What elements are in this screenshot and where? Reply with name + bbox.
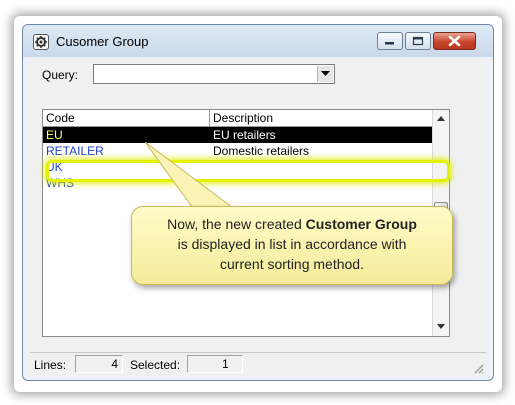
title-bar[interactable]: Cusomer Group: [23, 25, 493, 57]
selected-count: 1: [187, 355, 243, 373]
callout-pointer: [145, 142, 235, 209]
maximize-button[interactable]: [405, 32, 431, 50]
maximize-icon: [412, 36, 424, 46]
dropdown-button[interactable]: [317, 66, 333, 82]
customer-group-window: Cusomer Group Query: Code Description EU…: [22, 24, 494, 381]
query-label: Query:: [42, 68, 79, 82]
close-icon: [448, 35, 461, 47]
lines-count: 4: [75, 355, 123, 373]
tutorial-callout: Now, the new created Customer Group is d…: [131, 206, 453, 285]
row-description: EU retailers: [213, 128, 276, 142]
table-row[interactable]: UK: [43, 159, 433, 175]
scroll-up-icon[interactable]: [437, 116, 445, 121]
callout-bold-text: Customer Group: [305, 216, 417, 232]
chevron-down-icon: [321, 71, 330, 76]
status-bar: Lines: 4 Selected: 1: [30, 352, 486, 376]
column-header-code[interactable]: Code: [43, 110, 210, 127]
table-row[interactable]: RETAILER Domestic retailers: [43, 143, 433, 159]
minimize-button[interactable]: [377, 32, 403, 50]
row-code: UK: [46, 160, 63, 174]
gear-icon[interactable]: [33, 34, 49, 50]
scroll-down-icon[interactable]: [437, 324, 445, 329]
row-code: EU: [46, 128, 63, 142]
close-button[interactable]: [433, 32, 476, 50]
lines-label: Lines:: [34, 358, 67, 372]
row-code: RETAILER: [46, 144, 104, 158]
callout-text-line1: Now, the new created: [167, 216, 306, 232]
selected-label: Selected:: [130, 358, 181, 372]
resize-grip-icon[interactable]: [472, 362, 484, 374]
minimize-icon: [385, 42, 394, 45]
row-code: WHS: [46, 176, 74, 190]
column-header-description[interactable]: Description: [210, 110, 433, 127]
window-title: Cusomer Group: [56, 34, 149, 49]
callout-text-line2: is displayed in list in accordance with: [177, 236, 407, 252]
callout-text-line3: current sorting method.: [220, 256, 364, 272]
query-dropdown[interactable]: [93, 64, 335, 84]
table-row[interactable]: WHS: [43, 175, 433, 191]
table-row[interactable]: EU EU retailers: [43, 127, 433, 143]
